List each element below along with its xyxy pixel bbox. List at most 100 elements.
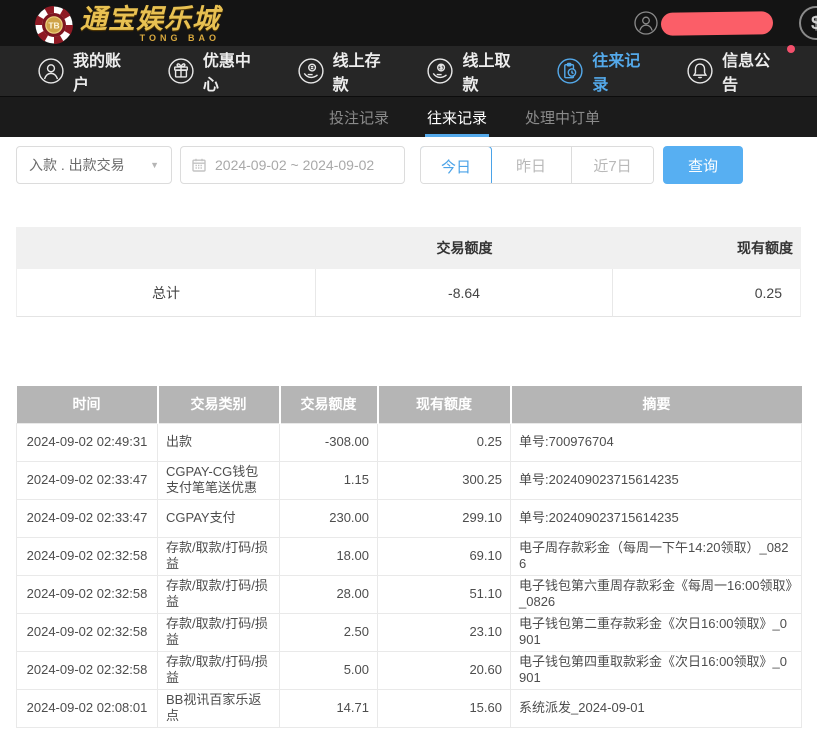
deposit-hand-coin-icon xyxy=(298,58,324,84)
brand-name-en: TONG BAO xyxy=(80,34,220,43)
cell-summary: 单号:700976704 xyxy=(511,423,802,461)
header-balance: 现有额度 xyxy=(378,386,511,423)
cell-balance: 299.10 xyxy=(378,499,511,537)
cell-amount: 5.00 xyxy=(280,651,378,689)
cell-balance: 0.25 xyxy=(378,423,511,461)
table-row: 2024-09-02 02:08:01 BB视讯百家乐返点 14.71 15.6… xyxy=(17,689,802,727)
date-range-input[interactable]: 2024-09-02 ~ 2024-09-02 xyxy=(180,146,405,184)
summary-header-row: 交易额度 现有额度 xyxy=(16,227,801,269)
cell-summary: 单号:202409023715614235 xyxy=(511,499,802,537)
cell-time: 2024-09-02 02:32:58 xyxy=(17,613,158,651)
cell-amount: -308.00 xyxy=(280,423,378,461)
bell-icon xyxy=(687,58,713,84)
cell-summary: 电子钱包第二重存款彩金《次日16:00领取》_0901 xyxy=(511,613,802,651)
subnav-tabs: 投注记录 往来记录 处理中订单 xyxy=(310,97,619,137)
cell-amount: 14.71 xyxy=(280,689,378,727)
topbar-right: $ xyxy=(634,0,817,46)
calendar-icon xyxy=(191,157,207,173)
withdraw-hand-dollar-icon: $ xyxy=(427,58,453,84)
balance-currency-icon[interactable]: $ xyxy=(799,6,817,40)
nav-item-announcements[interactable]: 信息公告 xyxy=(687,47,783,95)
chevron-down-icon: ▼ xyxy=(150,160,159,170)
cell-balance: 23.10 xyxy=(378,613,511,651)
cell-amount: 1.15 xyxy=(280,461,378,499)
summary-total-row: 总计 -8.64 0.25 xyxy=(16,269,801,317)
nav-item-promotions[interactable]: 优惠中心 xyxy=(168,47,264,95)
cell-summary: 系统派发_2024-09-01 xyxy=(511,689,802,727)
tab-bet-records[interactable]: 投注记录 xyxy=(327,97,391,137)
cell-amount: 28.00 xyxy=(280,575,378,613)
cell-balance: 300.25 xyxy=(378,461,511,499)
cell-type: 出款 xyxy=(158,423,280,461)
transaction-type-select[interactable]: 入款 . 出款交易 ▼ xyxy=(16,146,172,184)
currency-symbol: $ xyxy=(811,13,817,34)
notification-badge-dot xyxy=(787,45,795,53)
records-clipboard-icon xyxy=(557,58,583,84)
table-row: 2024-09-02 02:32:58 存款/取款/打码/损益 2.50 23.… xyxy=(17,613,802,651)
tab-processing-orders[interactable]: 处理中订单 xyxy=(523,97,602,137)
nav-label: 优惠中心 xyxy=(203,47,264,95)
table-row: 2024-09-02 02:32:58 存款/取款/打码/损益 18.00 69… xyxy=(17,537,802,575)
header-amount: 交易额度 xyxy=(280,386,378,423)
cell-balance: 20.60 xyxy=(378,651,511,689)
brand-name-cn: 通宝娱乐城 xyxy=(80,6,220,33)
quick-range-group: 今日 昨日 近7日 xyxy=(420,146,654,184)
cell-time: 2024-09-02 02:33:47 xyxy=(17,499,158,537)
summary-table: 交易额度 现有额度 总计 -8.64 0.25 xyxy=(16,227,801,317)
cell-balance: 69.10 xyxy=(378,537,511,575)
summary-balance-value: 0.25 xyxy=(613,269,801,317)
cell-time: 2024-09-02 02:33:47 xyxy=(17,461,158,499)
last7days-button[interactable]: 近7日 xyxy=(572,147,653,183)
cell-time: 2024-09-02 02:32:58 xyxy=(17,651,158,689)
search-button[interactable]: 查询 xyxy=(663,146,743,184)
gift-icon xyxy=(168,58,194,84)
nav-item-deposit[interactable]: 线上存款 xyxy=(298,47,394,95)
cell-summary: 电子钱包第四重取款彩金《次日16:00领取》_0901 xyxy=(511,651,802,689)
main-nav: 我的账户 优惠中心 线上存款 $ 线上取款 往来记录 xyxy=(0,46,817,97)
cell-type: 存款/取款/打码/损益 xyxy=(158,651,280,689)
brand-logo[interactable]: TB 通宝娱乐城 TONG BAO xyxy=(34,2,220,45)
yesterday-button[interactable]: 昨日 xyxy=(491,147,572,183)
cell-time: 2024-09-02 02:49:31 xyxy=(17,423,158,461)
cell-amount: 230.00 xyxy=(280,499,378,537)
page: TB 通宝娱乐城 TONG BAO $ 我的账户 xyxy=(0,0,817,729)
nav-label: 我的账户 xyxy=(73,47,134,95)
cell-type: BB视讯百家乐返点 xyxy=(158,689,280,727)
cell-type: CGPAY-CG钱包支付笔笔送优惠 xyxy=(158,461,280,499)
date-range-value: 2024-09-02 ~ 2024-09-02 xyxy=(215,157,374,173)
header-time: 时间 xyxy=(17,386,158,423)
svg-text:TB: TB xyxy=(48,20,59,30)
cell-time: 2024-09-02 02:08:01 xyxy=(17,689,158,727)
records-table: 时间 交易类别 交易额度 现有额度 摘要 2024-09-02 02:49:31… xyxy=(16,386,802,728)
header-type: 交易类别 xyxy=(158,386,280,423)
nav-item-transaction-records[interactable]: 往来记录 xyxy=(557,47,653,95)
table-row: 2024-09-02 02:32:58 存款/取款/打码/损益 28.00 51… xyxy=(17,575,802,613)
table-row: 2024-09-02 02:33:47 CGPAY支付 230.00 299.1… xyxy=(17,499,802,537)
cell-amount: 2.50 xyxy=(280,613,378,651)
top-bar: TB 通宝娱乐城 TONG BAO $ xyxy=(0,0,817,46)
selected-type: 入款 . 出款交易 xyxy=(29,155,125,175)
tab-transaction-records[interactable]: 往来记录 xyxy=(425,97,489,137)
cell-type: 存款/取款/打码/损益 xyxy=(158,613,280,651)
table-row: 2024-09-02 02:33:47 CGPAY-CG钱包支付笔笔送优惠 1.… xyxy=(17,461,802,499)
cell-summary: 单号:202409023715614235 xyxy=(511,461,802,499)
username-redacted xyxy=(661,11,773,36)
nav-item-withdraw[interactable]: $ 线上取款 xyxy=(427,47,523,95)
user-icon xyxy=(38,58,64,84)
records-header-row: 时间 交易类别 交易额度 现有额度 摘要 xyxy=(17,386,802,423)
nav-label: 信息公告 xyxy=(722,47,783,95)
nav-item-my-account[interactable]: 我的账户 xyxy=(38,47,134,95)
cell-type: CGPAY支付 xyxy=(158,499,280,537)
cell-time: 2024-09-02 02:32:58 xyxy=(17,575,158,613)
nav-label: 往来记录 xyxy=(592,47,653,95)
cell-type: 存款/取款/打码/损益 xyxy=(158,537,280,575)
today-button[interactable]: 今日 xyxy=(420,146,492,184)
user-avatar-icon[interactable] xyxy=(634,11,658,35)
table-row: 2024-09-02 02:32:58 存款/取款/打码/损益 5.00 20.… xyxy=(17,651,802,689)
cell-time: 2024-09-02 02:32:58 xyxy=(17,537,158,575)
cell-summary: 电子钱包第六重周存款彩金《每周一16:00领取》_0826 xyxy=(511,575,802,613)
summary-header-balance: 现有额度 xyxy=(613,238,801,258)
cell-type: 存款/取款/打码/损益 xyxy=(158,575,280,613)
filter-bar: 入款 . 出款交易 ▼ 2024-09-02 ~ 2024-09-02 今日 昨… xyxy=(16,146,801,184)
summary-amount-value: -8.64 xyxy=(316,269,613,317)
